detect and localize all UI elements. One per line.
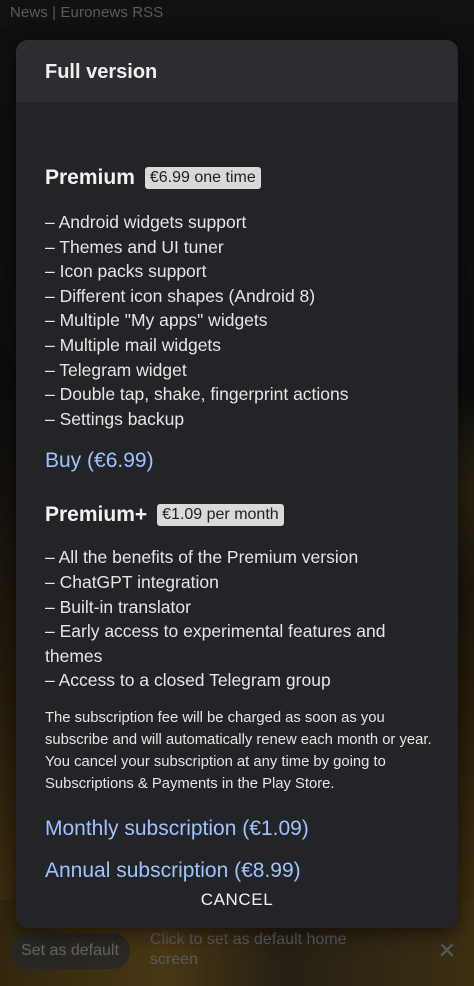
monthly-subscription-button[interactable]: Monthly subscription (€1.09) (45, 817, 435, 841)
feature-item: – Android widgets support (45, 212, 247, 232)
premium-price-badge: €6.99 one time (144, 167, 261, 189)
feature-item: – Icon packs support (45, 261, 207, 282)
feature-item: – Different icon shapes (Android 8) (45, 285, 316, 306)
premium-heading: Premium €6.99 one time (45, 166, 435, 190)
feature-item: – Telegram widget (45, 359, 187, 380)
full-version-dialog: Full version Premium €6.99 one time – An… (16, 40, 458, 928)
subscription-note: The subscription fee will be charged as … (45, 709, 432, 792)
feature-item: – Multiple mail widgets (45, 334, 222, 355)
dialog-title: Full version (45, 61, 158, 83)
dialog-body: Premium €6.99 one time – Android widgets… (45, 102, 435, 883)
premium-plus-feature-list: – All the benefits of the Premium versio… (45, 545, 435, 693)
premium-plus-heading: Premium+ €1.09 per month (45, 503, 435, 527)
feature-item: – Built-in translator (45, 596, 191, 617)
feature-item: – Double tap, shake, fingerprint actions (45, 384, 349, 405)
feature-item: – Access to a closed Telegram group (45, 670, 331, 691)
feature-item: – Multiple "My apps" widgets (45, 310, 268, 331)
premium-plus-title: Premium+ (45, 503, 148, 527)
buy-premium-button[interactable]: Buy (€6.99) (45, 449, 435, 473)
dialog-header: Full version (16, 40, 458, 102)
screen: News | Euronews RSS Set as default Click… (0, 0, 474, 986)
premium-plus-price-badge: €1.09 per month (157, 504, 284, 527)
feature-item: – ChatGPT integration (45, 571, 219, 592)
cancel-button[interactable]: CANCEL (16, 890, 458, 910)
feature-item: – Themes and UI tuner (45, 236, 224, 257)
premium-title: Premium (45, 166, 135, 189)
feature-item: – All the benefits of the Premium versio… (45, 547, 359, 568)
annual-subscription-button[interactable]: Annual subscription (€8.99) (45, 859, 435, 883)
premium-feature-list: – Android widgets support – Themes and U… (45, 210, 435, 431)
feature-item: – Settings backup (45, 408, 185, 429)
feature-item: – Early access to experimental features … (45, 621, 386, 666)
